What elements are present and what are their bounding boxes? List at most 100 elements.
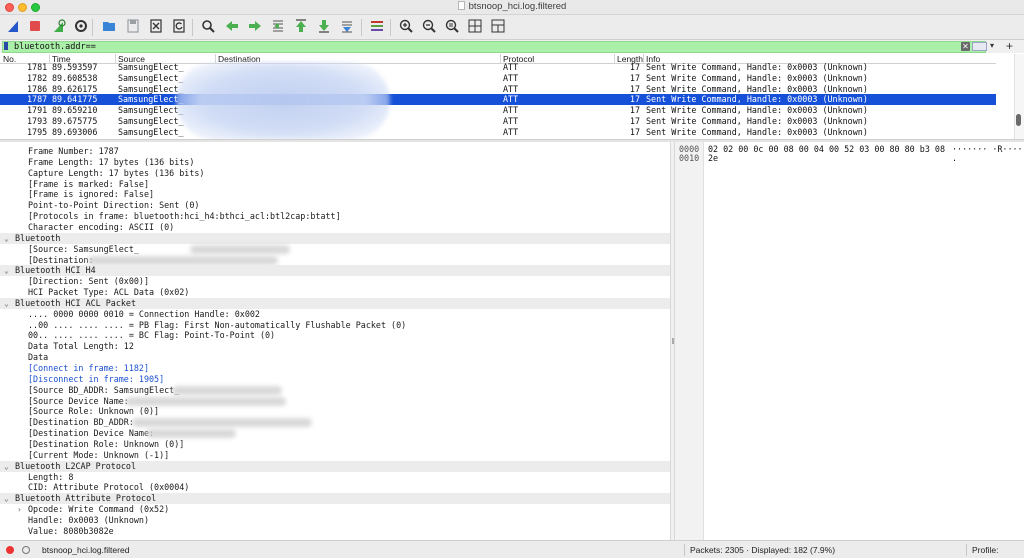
packet-row[interactable]: 1782 89.608538 SamsungElect_ ATT 17 Sent Writ… bbox=[0, 73, 996, 84]
go-forward-arrow-icon bbox=[247, 18, 263, 37]
tree-section[interactable]: ⌄ Bluetooth HCI ACL Packet bbox=[0, 297, 670, 309]
tree-field[interactable]: Point-to-Point Direction: Sent (0) bbox=[0, 200, 670, 211]
restart-capture-button[interactable] bbox=[50, 18, 68, 36]
reload-file-button[interactable] bbox=[170, 18, 188, 36]
tree-link[interactable]: [Connect in frame: 1182] bbox=[0, 363, 670, 374]
tree-field[interactable]: [Source Role: Unknown (0)] bbox=[0, 406, 670, 417]
bytes-row[interactable]: 0010 2e. bbox=[675, 153, 1024, 163]
tree-section[interactable]: ⌄ Bluetooth bbox=[0, 232, 670, 244]
tree-field[interactable]: .... 0000 0000 0010 = Connection Handle:… bbox=[0, 309, 670, 320]
tree-field[interactable]: CID: Attribute Protocol (0x0004) bbox=[0, 482, 670, 493]
tree-field[interactable]: [Source Device Name: bbox=[0, 396, 670, 407]
auto-scroll-icon bbox=[339, 18, 355, 37]
tree-field[interactable]: Handle: 0x0003 (Unknown) bbox=[0, 515, 670, 526]
add-filter-button[interactable]: + bbox=[1006, 39, 1013, 53]
expand-chevron-down-icon[interactable]: ⌄ bbox=[4, 265, 9, 276]
tree-field[interactable]: Data bbox=[0, 352, 670, 363]
tree-section[interactable]: ⌄ Bluetooth Attribute Protocol bbox=[0, 493, 670, 505]
filter-clear-button[interactable]: ✕ bbox=[961, 42, 970, 51]
reload-file-icon bbox=[171, 18, 187, 37]
tree-text: Character encoding: ASCII (0) bbox=[28, 221, 175, 232]
tree-field[interactable]: [Protocols in frame: bluetooth:hci_h4:bt… bbox=[0, 211, 670, 222]
filter-apply-button[interactable] bbox=[972, 42, 987, 51]
go-last-packet-button[interactable] bbox=[315, 18, 333, 36]
display-filter-input[interactable]: bluetooth.addr== bbox=[2, 41, 986, 53]
tree-text: [Disconnect in frame: 1905] bbox=[28, 373, 165, 384]
packet-row[interactable]: 1795 89.693006 SamsungElect_ ATT 17 Sent Writ… bbox=[0, 127, 996, 138]
tree-field[interactable]: Frame Number: 1787 bbox=[0, 146, 670, 157]
display-filter-bar: bluetooth.addr== ✕ ▾ + bbox=[0, 39, 1024, 53]
packet-list-scroll-thumb[interactable] bbox=[1016, 114, 1021, 126]
go-to-packet-button[interactable] bbox=[269, 18, 287, 36]
stop-capture-icon bbox=[27, 18, 43, 37]
redaction-blur bbox=[190, 244, 290, 254]
tree-field[interactable]: 00.. .... .... .... = BC Flag: Point-To-… bbox=[0, 330, 670, 341]
tree-field[interactable]: Character encoding: ASCII (0) bbox=[0, 222, 670, 233]
tree-text: Frame Length: 17 bytes (136 bits) bbox=[28, 156, 195, 167]
layout-button[interactable] bbox=[489, 18, 507, 36]
packet-list-scrollbar[interactable] bbox=[1014, 54, 1024, 140]
capture-options-gear-button[interactable] bbox=[72, 18, 90, 36]
save-file-button[interactable] bbox=[124, 18, 142, 36]
packet-row[interactable]: 1786 89.626175 SamsungElect_ ATT 17 Sent Writ… bbox=[0, 84, 996, 95]
expand-chevron-down-icon[interactable]: ⌄ bbox=[4, 493, 9, 504]
status-separator bbox=[684, 544, 685, 556]
tree-field[interactable]: [Direction: Sent (0x00)] bbox=[0, 276, 670, 287]
tree-field[interactable]: [Destination BD_ADDR: bbox=[0, 417, 670, 428]
filter-bookmark-icon[interactable] bbox=[4, 42, 8, 50]
packet-row[interactable]: 1793 89.675775 SamsungElect_ ATT 17 Sent Writ… bbox=[0, 116, 996, 127]
tree-field[interactable]: Value: 8080b3082e bbox=[0, 526, 670, 537]
tree-field[interactable]: › Opcode: Write Command (0x52) bbox=[0, 504, 670, 515]
tree-text: [Destination Device Name: bbox=[28, 428, 155, 439]
open-folder-button[interactable] bbox=[100, 18, 118, 36]
bytes-hex[interactable]: 2e bbox=[708, 153, 718, 163]
zoom-reset-button[interactable] bbox=[443, 18, 461, 36]
auto-scroll-button[interactable] bbox=[338, 18, 356, 36]
packet-row[interactable]: 1781 89.593597 SamsungElect_ ATT 17 Sent Writ… bbox=[0, 62, 996, 73]
expand-chevron-down-icon[interactable]: ⌄ bbox=[4, 298, 9, 309]
tree-link[interactable]: [Disconnect in frame: 1905] bbox=[0, 374, 670, 385]
tree-field[interactable]: Data Total Length: 12 bbox=[0, 341, 670, 352]
tree-field[interactable]: [Destination Role: Unknown (0)] bbox=[0, 439, 670, 450]
status-profile[interactable]: Profile: Default bbox=[972, 541, 1024, 558]
tree-section[interactable]: ⌄ Bluetooth L2CAP Protocol bbox=[0, 460, 670, 472]
packet-row[interactable]: 1791 89.659210 SamsungElect_ ATT 17 Sent Writ… bbox=[0, 105, 996, 116]
tree-field[interactable]: [Source: SamsungElect_ bbox=[0, 244, 670, 255]
tree-field[interactable]: [Frame is marked: False] bbox=[0, 179, 670, 190]
packet-length: 17 bbox=[629, 62, 640, 72]
expert-info-icon[interactable] bbox=[6, 546, 14, 554]
expand-chevron-down-icon[interactable]: ⌄ bbox=[4, 461, 9, 472]
tree-field[interactable]: ..00 .... .... .... = PB Flag: First Non… bbox=[0, 320, 670, 331]
go-forward-arrow-button[interactable] bbox=[246, 18, 264, 36]
colorize-button[interactable] bbox=[368, 18, 386, 36]
tree-text: [Current Mode: Unknown (-1)] bbox=[28, 449, 170, 460]
tree-field[interactable]: Length: 8 bbox=[0, 472, 670, 483]
tree-field[interactable]: [Source BD_ADDR: SamsungElect_ bbox=[0, 385, 670, 396]
zoom-in-button[interactable] bbox=[397, 18, 415, 36]
zoom-out-button[interactable] bbox=[420, 18, 438, 36]
tree-section[interactable]: ⌄ Bluetooth HCI H4 bbox=[0, 265, 670, 277]
tree-field[interactable]: HCI Packet Type: ACL Data (0x02) bbox=[0, 287, 670, 298]
tree-field[interactable]: [Frame is ignored: False] bbox=[0, 189, 670, 200]
tree-field[interactable]: [Current Mode: Unknown (-1)] bbox=[0, 450, 670, 461]
go-first-packet-button[interactable] bbox=[292, 18, 310, 36]
resize-columns-icon bbox=[467, 18, 483, 37]
tree-field[interactable]: Frame Length: 17 bytes (136 bits) bbox=[0, 157, 670, 168]
expand-chevron-right-icon[interactable]: › bbox=[17, 504, 22, 515]
go-back-arrow-button[interactable] bbox=[223, 18, 241, 36]
shark-fin-start-button[interactable] bbox=[4, 18, 22, 36]
resize-columns-button[interactable] bbox=[466, 18, 484, 36]
capture-comments-icon[interactable] bbox=[22, 546, 30, 554]
packet-source: SamsungElect_ bbox=[118, 116, 184, 126]
expand-chevron-down-icon[interactable]: ⌄ bbox=[4, 233, 9, 244]
packet-protocol: ATT bbox=[503, 83, 519, 94]
bytes-ascii[interactable]: . bbox=[952, 153, 957, 163]
packet-bytes-pane: 0000 02 02 00 0c 00 08 00 04 00 52 03 00 … bbox=[675, 142, 1024, 540]
filter-history-dropdown[interactable]: ▾ bbox=[990, 41, 994, 50]
stop-capture-button[interactable] bbox=[26, 18, 44, 36]
tree-field[interactable]: [Destination Device Name: bbox=[0, 428, 670, 439]
packet-row[interactable]: 1787 89.641775 SamsungElect_ ATT 17 Sent Writ… bbox=[0, 94, 996, 106]
tree-field[interactable]: Capture Length: 17 bytes (136 bits) bbox=[0, 168, 670, 179]
find-packet-button[interactable] bbox=[199, 18, 217, 36]
close-file-button[interactable] bbox=[147, 18, 165, 36]
